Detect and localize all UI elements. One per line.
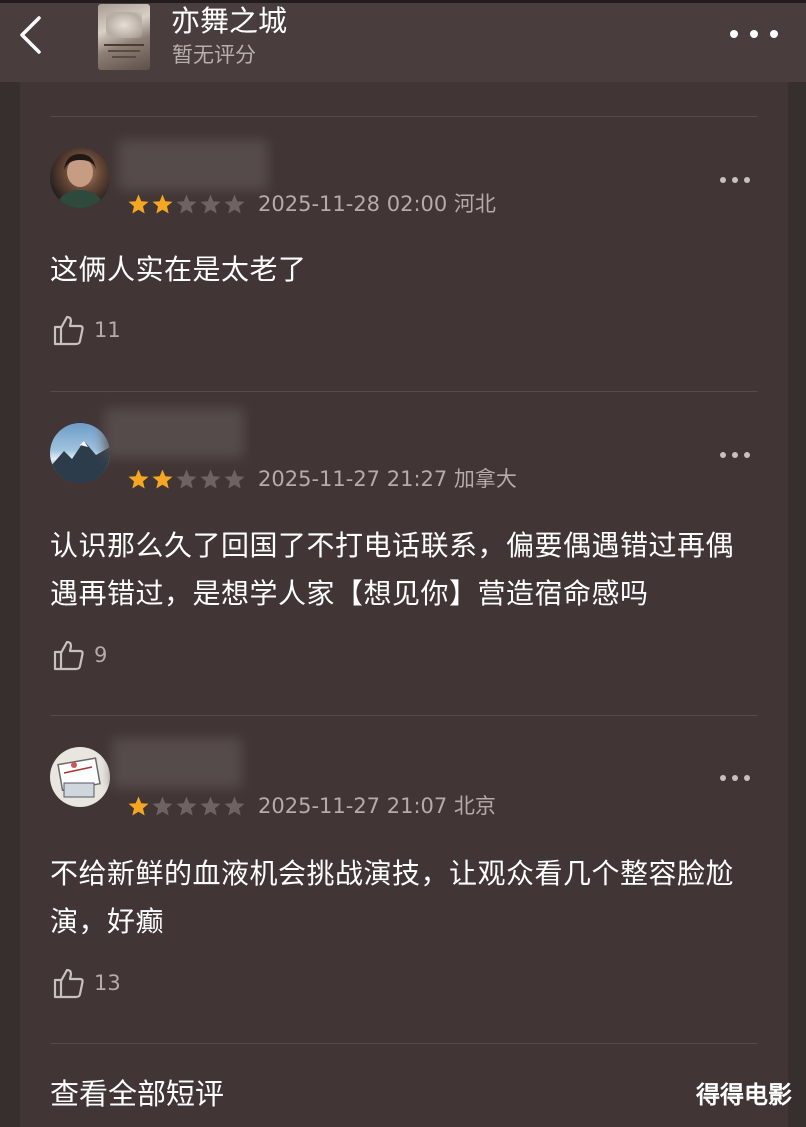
review-meta: 2025-11-28 02:00 河北 [258,192,496,216]
movie-poster[interactable] [98,4,150,70]
divider [50,391,758,392]
right-margin [786,82,806,1127]
star-rating [127,468,246,491]
more-horizontal-icon [730,30,738,38]
star-empty-icon [152,796,173,816]
star-filled-icon [128,194,149,214]
review-text: 认识那么久了回国了不打电话联系，偏要偶遇错过再偶遇再错过，是想学人家【想见你】营… [50,529,735,610]
more-horizontal-icon [720,775,726,781]
divider [50,1043,758,1044]
review-more-button[interactable] [720,175,750,185]
top-bar: 亦舞之城 暂无评分 [0,0,806,82]
star-rating [127,193,246,216]
status-edge [0,0,806,3]
like-count: 11 [94,318,121,342]
review-meta: 2025-11-27 21:07 北京 [258,794,496,818]
divider [50,715,758,716]
left-margin [0,82,20,1127]
star-empty-icon [176,194,197,214]
username-blurred [112,738,242,788]
star-rating [127,795,246,818]
avatar[interactable] [50,747,110,807]
avatar[interactable] [50,148,110,208]
like-button[interactable]: 11 [52,313,121,347]
star-empty-icon [176,796,197,816]
chevron-left-icon [20,16,41,54]
star-filled-icon [152,469,173,489]
thumbs-up-icon [53,315,84,346]
username-blurred [118,140,268,190]
rating-status: 暂无评分 [172,43,256,67]
more-horizontal-icon [720,452,726,458]
thumbs-up-icon [53,640,84,671]
review-more-button[interactable] [720,450,750,460]
like-button[interactable]: 9 [52,638,107,672]
review-text: 不给新鲜的血液机会挑战演技，让观众看几个整容脸尬演，好癫 [50,857,735,938]
watermark: 得得电影 [696,1081,792,1109]
review-more-button[interactable] [720,773,750,783]
divider [50,116,758,117]
star-empty-icon [176,469,197,489]
star-filled-icon [128,469,149,489]
view-all-reviews-link[interactable]: 查看全部短评 [50,1074,224,1114]
star-filled-icon [128,796,149,816]
thumbs-up-icon [53,968,84,999]
movie-title: 亦舞之城 [171,4,288,38]
page: 亦舞之城 暂无评分 2025-11-28 02:00 河北 这俩人实在是太老了 … [0,0,806,1127]
back-button[interactable] [12,12,48,58]
avatar[interactable] [50,423,110,483]
review-meta: 2025-11-27 21:27 加拿大 [258,467,517,491]
star-empty-icon [200,469,221,489]
review-text: 这俩人实在是太老了 [50,253,307,286]
star-empty-icon [200,796,221,816]
star-empty-icon [224,469,245,489]
star-empty-icon [224,796,245,816]
like-count: 9 [94,643,108,667]
star-filled-icon [152,194,173,214]
like-button[interactable]: 13 [52,966,121,1000]
username-blurred [104,408,244,458]
star-empty-icon [200,194,221,214]
star-empty-icon [224,194,245,214]
more-horizontal-icon [720,177,726,183]
more-button[interactable] [730,22,778,46]
like-count: 13 [94,971,121,995]
